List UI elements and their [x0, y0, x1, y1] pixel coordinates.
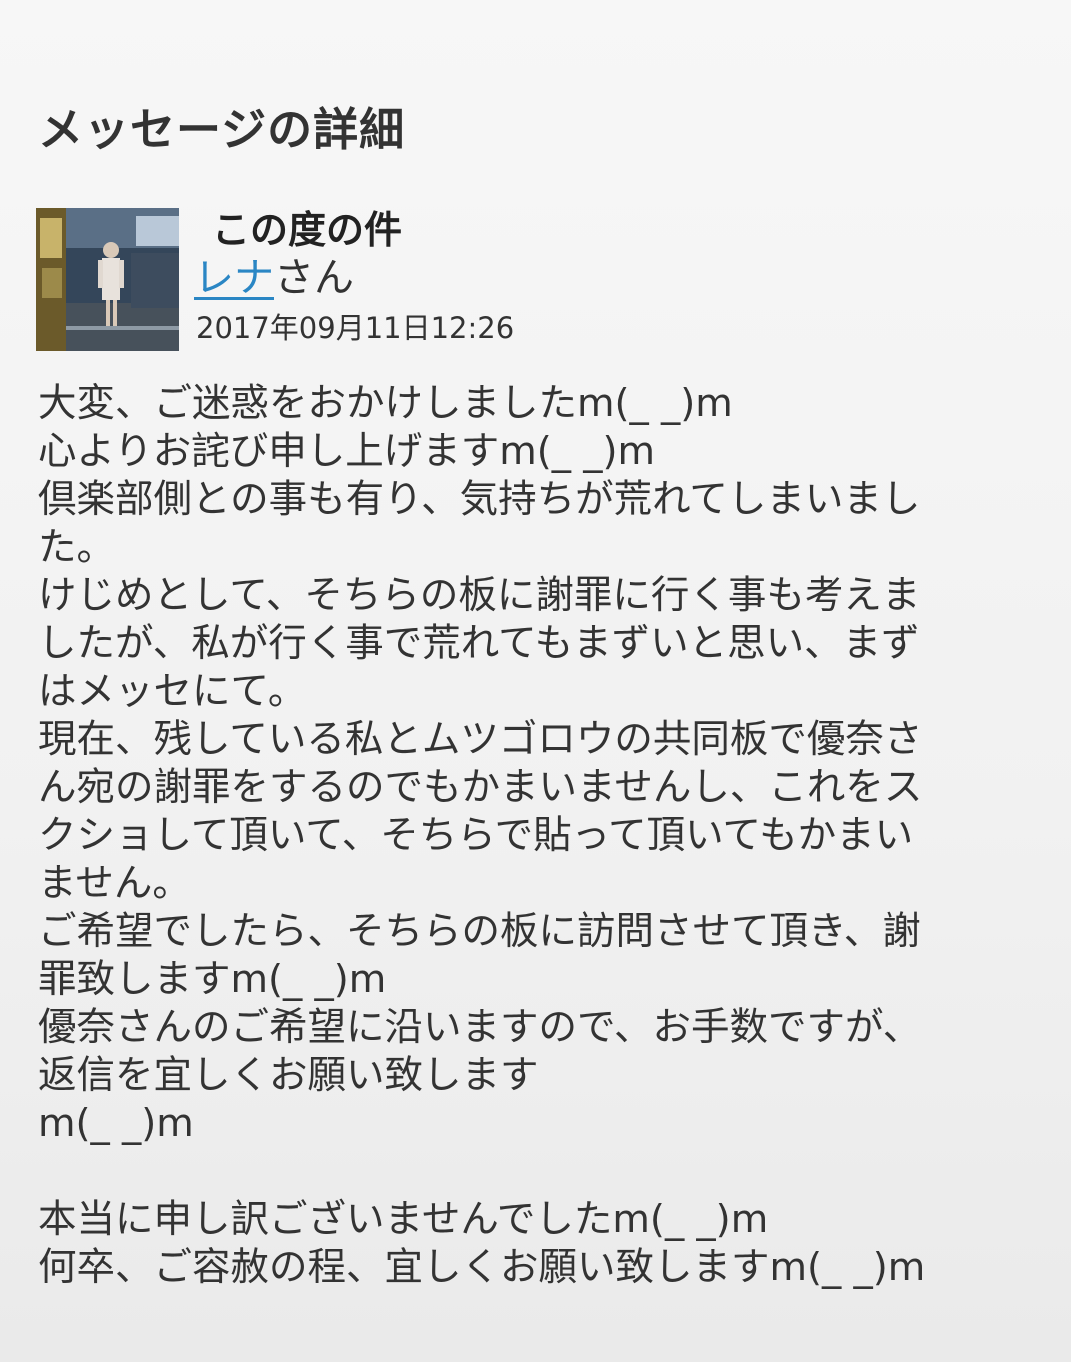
message-body-line: 心よりお詫び申し上げますm(_ _)m: [38, 429, 656, 474]
message-body-line: クショして頂いて、そちらで貼って頂いてもかまい: [38, 813, 914, 858]
user-photo-avatar-icon: [36, 208, 179, 351]
message-body-line: はメッセにて。: [38, 669, 307, 714]
message-body-line: た。: [38, 525, 116, 570]
message-timestamp: 2017年09月11日12:26: [196, 311, 515, 345]
avatar[interactable]: [36, 208, 179, 351]
message-body-line: m(_ _)m: [38, 1101, 194, 1146]
page-title: メッセージの詳細: [38, 103, 406, 156]
message-body-line: 本当に申し訳ございませんでしたm(_ _)m: [38, 1197, 769, 1242]
message-body-line: ん宛の謝罪をするのでもかまいませんし、これをス: [38, 765, 923, 810]
message-subject: この度の件: [212, 208, 403, 252]
message-body: 大変、ご迷惑をおかけしましたm(_ _)m 心よりお詫び申し上げますm(_ _)…: [38, 380, 1023, 1292]
message-body-line: 大変、ご迷惑をおかけしましたm(_ _)m: [38, 381, 733, 426]
message-body-line: 現在、残している私とムツゴロウの共同板で優奈さ: [38, 717, 923, 762]
sender-suffix: さん: [274, 255, 354, 301]
message-body-blank-line: [38, 1148, 1023, 1196]
sender-line: レナさん: [194, 254, 354, 302]
message-body-line: 罪致しますm(_ _)m: [38, 957, 387, 1002]
message-header: この度の件 レナさん 2017年09月11日12:26: [36, 208, 1036, 358]
message-body-line: けじめとして、そちらの板に謝罪に行く事も考えま: [38, 573, 921, 618]
message-body-line: 優奈さんのご希望に沿いますので、お手数ですが、: [38, 1005, 922, 1050]
message-body-line: 返信を宜しくお願い致します: [38, 1053, 539, 1098]
message-body-line: ご希望でしたら、そちらの板に訪問させて頂き、謝: [38, 909, 921, 954]
message-body-line: したが、私が行く事で荒れてもまずいと思い、まず: [38, 621, 920, 666]
message-body-line: 何卒、ご容赦の程、宜しくお願い致しますm(_ _)m: [38, 1245, 926, 1290]
message-body-line: 倶楽部側との事も有り、気持ちが荒れてしまいまし: [38, 477, 921, 522]
sender-name-link[interactable]: レナ: [194, 255, 274, 301]
message-body-line: ません。: [38, 861, 191, 906]
